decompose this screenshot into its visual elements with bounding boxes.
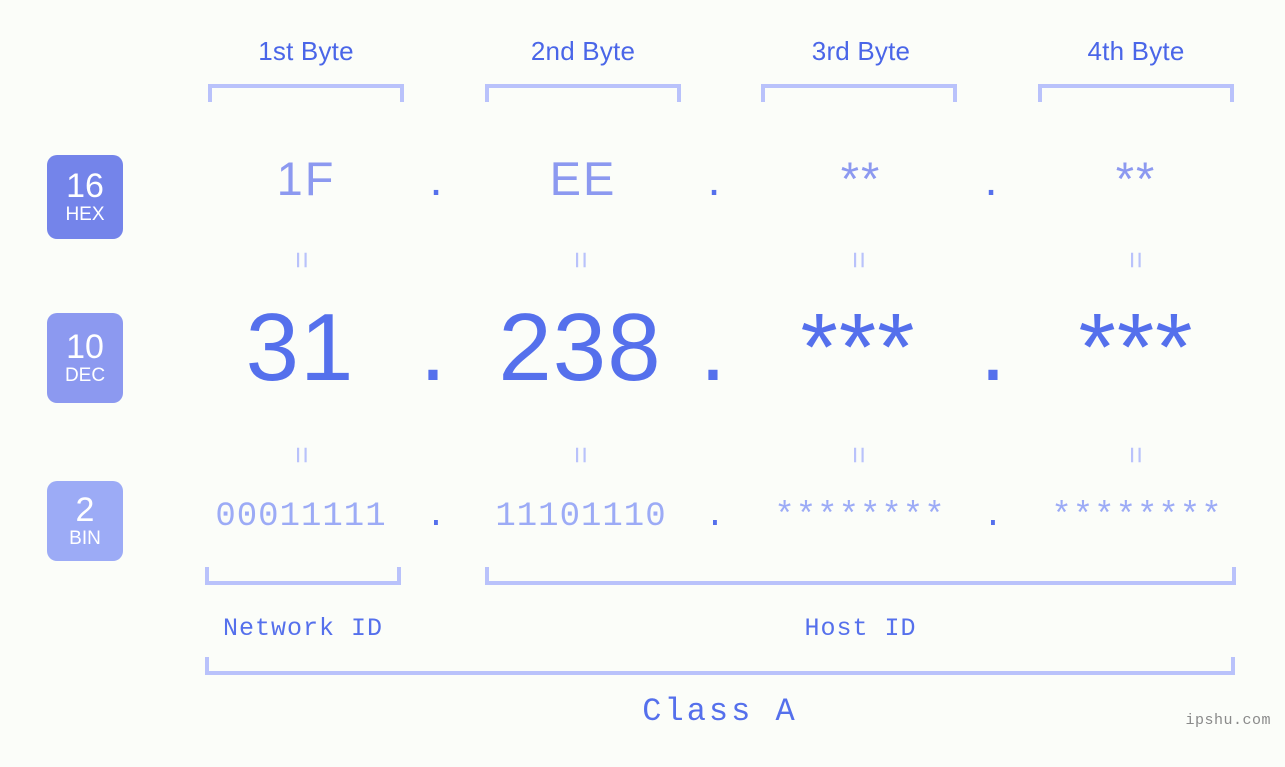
class-bracket xyxy=(205,657,1235,675)
base-badge-dec-number: 10 xyxy=(66,328,104,366)
bin-byte-4: ******** xyxy=(1051,498,1223,536)
equals-connector-dec-bin-3: = xyxy=(842,446,875,464)
bin-separator-2: . xyxy=(704,498,726,536)
base-badge-bin-name: BIN xyxy=(69,528,101,549)
bin-byte-3: ******** xyxy=(774,498,946,536)
base-badge-hex-number: 16 xyxy=(66,167,104,205)
equals-connector-hex-dec-3: = xyxy=(842,251,875,269)
class-label: Class A xyxy=(642,693,798,730)
base-badge-hex: 16 HEX xyxy=(47,155,123,239)
equals-connector-hex-dec-2: = xyxy=(564,251,597,269)
equals-connector-dec-bin-2: = xyxy=(564,446,597,464)
dec-byte-2: 238 xyxy=(498,294,662,401)
bin-byte-1: 00011111 xyxy=(215,498,387,536)
dec-byte-3: *** xyxy=(800,294,916,401)
hex-byte-3: ** xyxy=(840,152,882,205)
ip-byte-breakdown-diagram: 1st Byte 2nd Byte 3rd Byte 4th Byte 16 H… xyxy=(0,0,1285,767)
host-id-label: Host ID xyxy=(804,614,917,643)
equals-connector-dec-bin-4: = xyxy=(1119,446,1152,464)
base-badge-hex-name: HEX xyxy=(65,204,105,225)
byte-header-2: 2nd Byte xyxy=(530,36,636,66)
network-id-bracket xyxy=(205,567,401,585)
hex-separator-1: . xyxy=(429,152,443,205)
byte-header-3: 3rd Byte xyxy=(811,36,911,66)
base-badge-dec-name: DEC xyxy=(64,365,106,386)
hex-byte-2: EE xyxy=(549,152,617,205)
network-id-label: Network ID xyxy=(222,614,384,643)
base-badge-dec: 10 DEC xyxy=(47,313,123,403)
dec-byte-4: *** xyxy=(1078,294,1194,401)
hex-separator-3: . xyxy=(984,152,998,205)
site-watermark: ipshu.com xyxy=(1185,712,1271,729)
base-badge-bin-number: 2 xyxy=(75,491,95,529)
host-id-bracket xyxy=(485,567,1236,585)
byte-bracket-top-4 xyxy=(1038,84,1234,102)
byte-bracket-top-3 xyxy=(761,84,957,102)
hex-byte-1: 1F xyxy=(276,152,336,205)
hex-byte-4: ** xyxy=(1115,152,1157,205)
bin-separator-1: . xyxy=(425,498,447,536)
equals-connector-hex-dec-1: = xyxy=(285,251,318,269)
base-badge-bin: 2 BIN xyxy=(47,481,123,561)
hex-separator-2: . xyxy=(707,152,721,205)
equals-connector-hex-dec-4: = xyxy=(1119,251,1152,269)
byte-bracket-top-2 xyxy=(485,84,681,102)
dec-byte-1: 31 xyxy=(245,294,355,401)
equals-connector-dec-bin-1: = xyxy=(285,446,318,464)
bin-byte-2: 11101110 xyxy=(495,498,667,536)
byte-header-4: 4th Byte xyxy=(1087,36,1185,66)
byte-bracket-top-1 xyxy=(208,84,404,102)
byte-header-1: 1st Byte xyxy=(258,36,354,66)
